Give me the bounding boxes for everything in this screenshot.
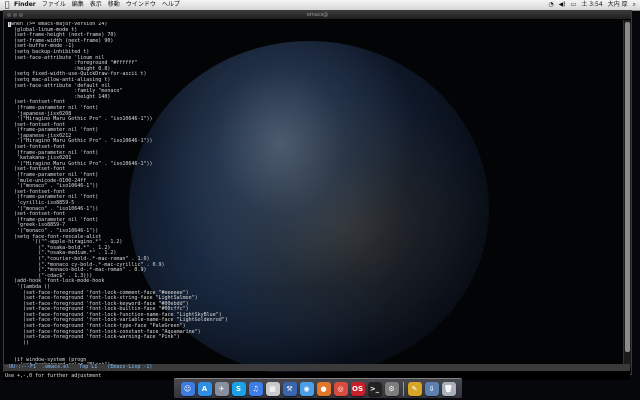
- dock: ☺ A ✈ S ♫ ▦ ⚒ ◉ ● ◎ OS >_ ⚙ ✎ ⇩ 🗑: [174, 378, 462, 398]
- battery-icon[interactable]: ▭: [571, 0, 577, 10]
- user-name[interactable]: 大内 厚: [608, 0, 628, 10]
- skype-icon[interactable]: S: [231, 382, 246, 396]
- app-menu[interactable]: Finder: [14, 0, 36, 10]
- clock[interactable]: 土 3:54: [581, 0, 602, 10]
- preferences-icon[interactable]: ⚙: [384, 382, 399, 396]
- scrollbar-thumb[interactable]: [625, 22, 630, 352]
- modeline-buffer: -UU-:---F1 .emacs.el: [6, 364, 70, 370]
- menu-view[interactable]: 表示: [90, 0, 102, 10]
- status-area: ◔ ◀) ▭ 土 3:54 大内 厚 ⌕: [548, 0, 640, 10]
- launchpad-icon[interactable]: ✈: [214, 382, 229, 396]
- downloads-icon[interactable]: ⇩: [424, 382, 439, 396]
- menu-window[interactable]: ウインドウ: [126, 0, 156, 10]
- emacs-window: emacs@ (when (>= emacs-major-version 24)…: [3, 10, 632, 375]
- pencil-icon[interactable]: ✎: [407, 382, 422, 396]
- firefox-icon[interactable]: ●: [316, 382, 331, 396]
- safari-icon[interactable]: ◉: [299, 382, 314, 396]
- itunes-icon[interactable]: ♫: [248, 382, 263, 396]
- menu-go[interactable]: 移動: [108, 0, 120, 10]
- editor-buffer[interactable]: (when (>= emacs-major-version 24) (globa…: [8, 22, 608, 367]
- modeline-position: Top L1: [79, 364, 98, 370]
- opera-icon[interactable]: OS: [350, 382, 365, 396]
- photo-icon[interactable]: ▦: [265, 382, 280, 396]
- terminal-icon[interactable]: >_: [367, 382, 382, 396]
- mode-line: -UU-:---F1 .emacs.el Top L1 (Emacs-Lisp …: [3, 364, 630, 371]
- window-title: emacs@: [306, 12, 329, 18]
- wifi-icon[interactable]: ◔: [548, 0, 553, 10]
- finder-icon[interactable]: ☺: [180, 382, 195, 396]
- chrome-icon[interactable]: ◎: [333, 382, 348, 396]
- title-bar[interactable]: emacs@: [4, 11, 631, 20]
- menu-help[interactable]: ヘルプ: [162, 0, 180, 10]
- dock-separator: [402, 382, 404, 396]
- trash-icon[interactable]: 🗑: [441, 382, 456, 396]
- volume-icon[interactable]: ◀): [559, 0, 566, 10]
- scrollbar[interactable]: [623, 20, 631, 367]
- spotlight-icon[interactable]: ⌕: [633, 0, 636, 10]
- apple-menu-icon[interactable]: : [0, 0, 14, 10]
- app-store-icon[interactable]: A: [197, 382, 212, 396]
- menu-file[interactable]: ファイル: [42, 0, 66, 10]
- xcode-icon[interactable]: ⚒: [282, 382, 297, 396]
- menu-edit[interactable]: 編集: [72, 0, 84, 10]
- modeline-mode: (Emacs-Lisp -1): [107, 364, 153, 370]
